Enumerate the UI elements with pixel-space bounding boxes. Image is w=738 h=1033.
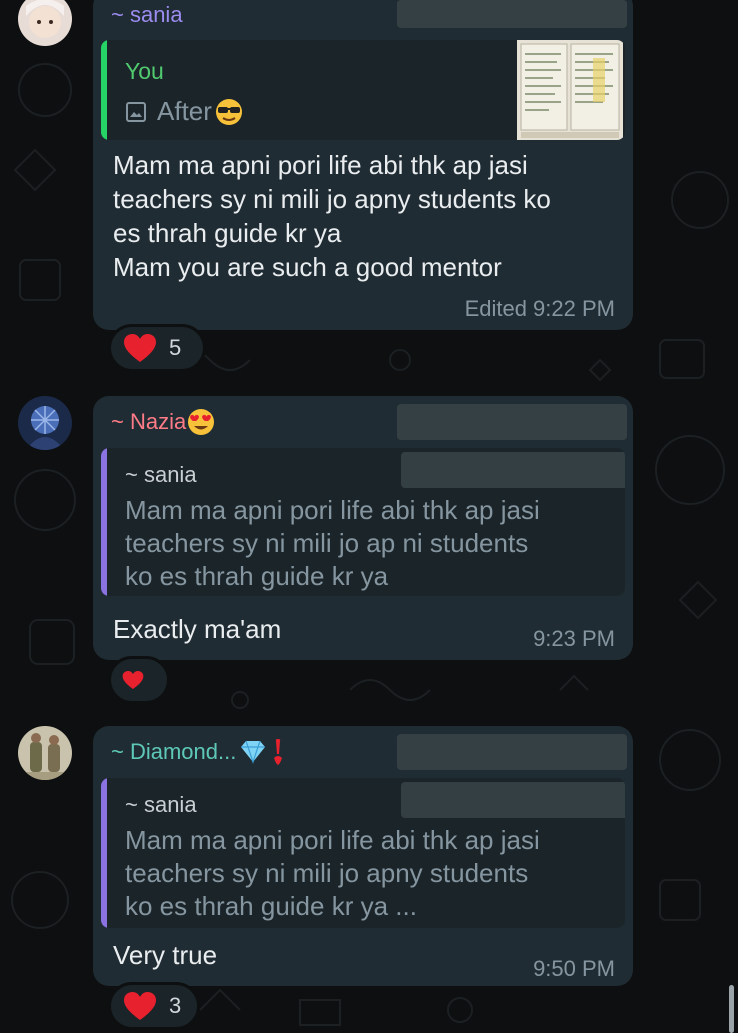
avatar-image [18,396,72,450]
message-line: Mam you are such a good mentor [113,252,502,282]
reply-sender: You [125,58,164,84]
reaction-count: 5 [169,335,182,360]
sender-line[interactable]: ~ Nazia [111,408,215,436]
message-time: 9:23 PM [533,626,615,651]
message-time: 9:50 PM [533,956,615,981]
redacted-phone [401,452,625,488]
reply-quote[interactable]: You After [101,40,625,140]
redacted-phone [397,404,627,440]
reply-media-line: After [125,96,244,127]
heart-eyes-emoji [188,409,215,435]
reply-text: Mam ma apni pori life abi thk ap jasi te… [125,824,605,923]
reply-text: After [157,96,212,126]
reaction-pill[interactable] [108,656,170,704]
message-line: teachers sy ni mili jo apny students ko [113,184,551,214]
reply-line: teachers sy ni mili jo ap ni students [125,528,529,558]
message-bubble[interactable]: ~ Nazia ~ sania Mam ma apni pori life ab… [93,396,633,660]
heart-icon [124,992,156,1020]
avatar-diamond[interactable] [18,726,72,780]
message-text: Mam ma apni pori life abi thk ap jasi te… [113,148,613,284]
avatar-image [18,726,72,780]
message-bubble[interactable]: ~ sania You After Mam ma apni pori life … [93,0,633,330]
gem-and-exclamation-emoji [241,739,283,765]
reply-bar [101,40,107,140]
avatar-nazia[interactable] [18,396,72,450]
message-line: es thrah guide kr ya [113,218,342,248]
reply-line: ko es thrah guide kr ya [125,561,389,591]
reply-quote[interactable]: ~ sania Mam ma apni pori life abi thk ap… [101,778,625,928]
message-bubble[interactable]: ~ Diamond... ~ sania Mam ma apni pori li… [93,726,633,986]
sender-name[interactable]: ~ Diamond... [111,739,236,765]
reply-bar [101,448,107,596]
reply-line: Mam ma apni pori life abi thk ap jasi [125,825,540,855]
reaction-pill[interactable]: 5 [108,324,206,372]
message-line: Mam ma apni pori life abi thk ap jasi [113,150,528,180]
reply-sender: ~ sania [125,462,197,487]
reply-thumbnail[interactable] [517,40,623,140]
reply-quote[interactable]: ~ sania Mam ma apni pori life abi thk ap… [101,448,625,596]
heart-icon [122,670,144,690]
message-time: Edited 9:22 PM [464,296,615,321]
redacted-phone [401,782,625,818]
sender-name[interactable]: ~ Nazia [111,409,186,435]
reaction-count: 3 [169,993,182,1018]
reply-line: teachers sy ni mili jo apny students [125,858,529,888]
sunglasses-emoji [215,98,242,125]
redacted-phone [397,0,627,28]
reply-text: Mam ma apni pori life abi thk ap jasi te… [125,494,605,593]
sender-name[interactable]: ~ sania [111,2,183,28]
reply-bar [101,778,107,928]
sender-line[interactable]: ~ Diamond... [111,738,294,766]
image-icon [126,101,146,122]
redacted-phone [397,734,627,770]
reaction-pill[interactable]: 3 [108,982,200,1030]
reply-line: Mam ma apni pori life abi thk ap jasi [125,495,540,525]
reply-sender: ~ sania [125,792,197,817]
scrollbar[interactable] [729,985,734,1033]
reply-line: ko es thrah guide kr ya ... [125,891,417,921]
heart-icon [124,334,156,362]
